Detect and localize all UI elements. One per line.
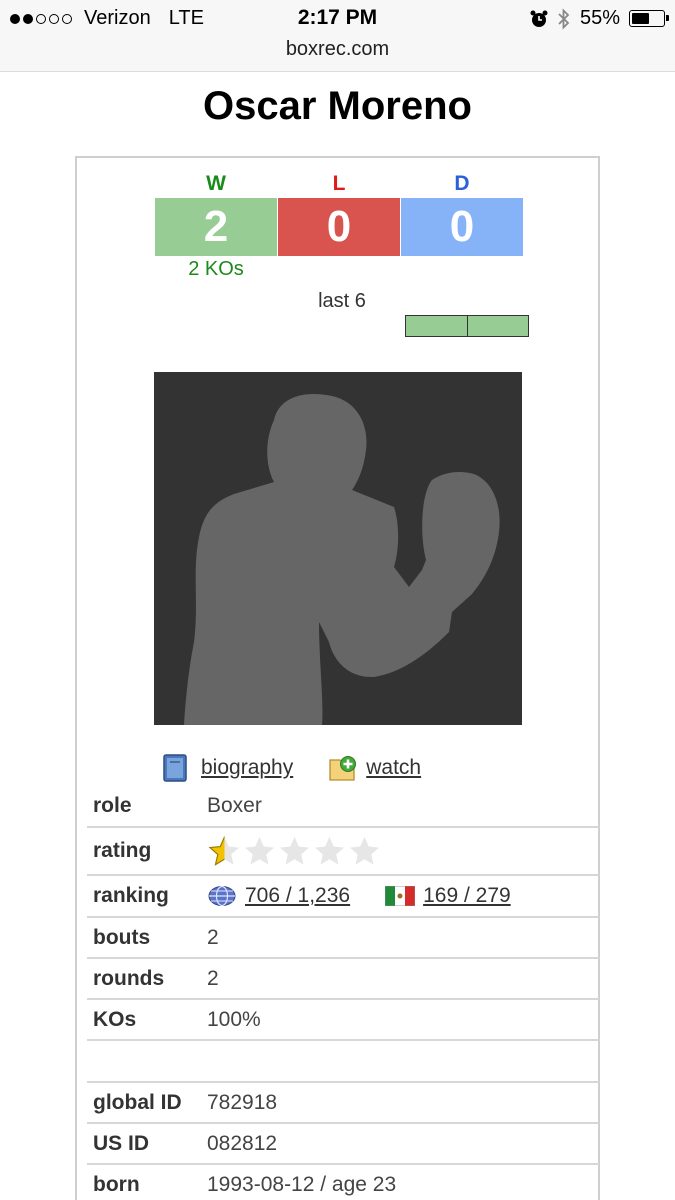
ranking-values: 706 / 1,236 169 / 279 [207, 884, 511, 908]
alarm-icon [530, 10, 548, 27]
role-value: Boxer [207, 794, 262, 817]
half-star-icon [208, 834, 240, 866]
bluetooth-icon [558, 7, 570, 30]
last-bouts-label: last 6 [318, 290, 366, 312]
kos-label: KOs [93, 1007, 137, 1031]
wins-column: W 2 [155, 172, 277, 256]
table-row-global-id: global ID 782918 [87, 1083, 599, 1124]
global-id-label: global ID [93, 1090, 182, 1114]
status-icons: 55% [530, 7, 669, 30]
wins-label: W [206, 172, 226, 195]
table-row-kos: KOs 100% [87, 1000, 599, 1041]
empty-star-icon [349, 836, 380, 865]
record-summary: W 2 L 0 D 0 [155, 172, 524, 256]
last-bout-result [406, 316, 467, 336]
knockouts-count: 2 KOs [188, 258, 244, 280]
us-id-label: US ID [93, 1131, 150, 1155]
draws-column: D 0 [401, 172, 523, 256]
empty-star-icon [314, 836, 345, 865]
empty-star-icon [279, 836, 310, 865]
biography-link[interactable]: biography [201, 756, 293, 780]
world-ranking-link[interactable]: 706 / 1,236 [245, 884, 350, 908]
table-row-rating: rating [87, 828, 599, 876]
mexico-flag-icon [385, 886, 416, 906]
table-row-rounds: rounds 2 [87, 959, 599, 1000]
losses-column: L 0 [278, 172, 400, 256]
losses-label: L [332, 172, 346, 195]
bouts-value: 2 [207, 925, 219, 949]
status-bar: Verizon LTE 2:17 PM 55% boxrec.com [0, 0, 675, 72]
battery-icon [629, 10, 669, 27]
boxer-card: W 2 L 0 D 0 2 KOs last 6 biography watch… [75, 156, 600, 1200]
wins-value: 2 [155, 198, 277, 256]
table-row-role: role Boxer [87, 786, 599, 828]
page-title: Oscar Moreno [203, 84, 472, 128]
rounds-label: rounds [93, 966, 165, 990]
table-row-us-id: US ID 082812 [87, 1124, 599, 1165]
boxer-photo-placeholder [154, 372, 522, 725]
bouts-label: bouts [93, 925, 151, 949]
role-label: role [93, 794, 132, 817]
watch-link[interactable]: watch [366, 756, 421, 780]
rating-stars [207, 834, 382, 869]
kos-value: 100% [207, 1007, 261, 1031]
table-row-born: born 1993-08-12 / age 23 [87, 1165, 599, 1200]
draws-value: 0 [401, 198, 523, 256]
last-bout-result [466, 316, 528, 336]
watch-add-icon[interactable] [328, 754, 358, 782]
global-id-value: 782918 [207, 1090, 278, 1114]
globe-icon [208, 885, 236, 907]
last-bouts-bar [405, 315, 529, 337]
rating-label: rating [93, 839, 152, 862]
empty-star-icon [244, 836, 275, 865]
boxer-silhouette-icon [184, 393, 500, 725]
table-row-ranking: ranking 706 / 1,236 169 / 279 [87, 876, 599, 918]
draws-label: D [454, 172, 470, 195]
rounds-value: 2 [207, 966, 219, 990]
country-ranking-link[interactable]: 169 / 279 [423, 884, 511, 908]
biography-book-icon[interactable] [163, 754, 187, 782]
losses-value: 0 [278, 198, 400, 256]
table-row-spacer [87, 1041, 599, 1083]
address-bar[interactable]: boxrec.com [0, 38, 675, 61]
born-value: 1993-08-12 / age 23 [207, 1172, 397, 1196]
profile-links: biography watch [163, 754, 421, 782]
details-table: role Boxer rating ranking 706 / 1,236 16… [87, 786, 599, 1200]
battery-percent: 55% [579, 7, 620, 29]
table-row-bouts: bouts 2 [87, 918, 599, 959]
born-label: born [93, 1172, 140, 1196]
ranking-label: ranking [93, 884, 169, 907]
us-id-value: 082812 [207, 1131, 278, 1155]
